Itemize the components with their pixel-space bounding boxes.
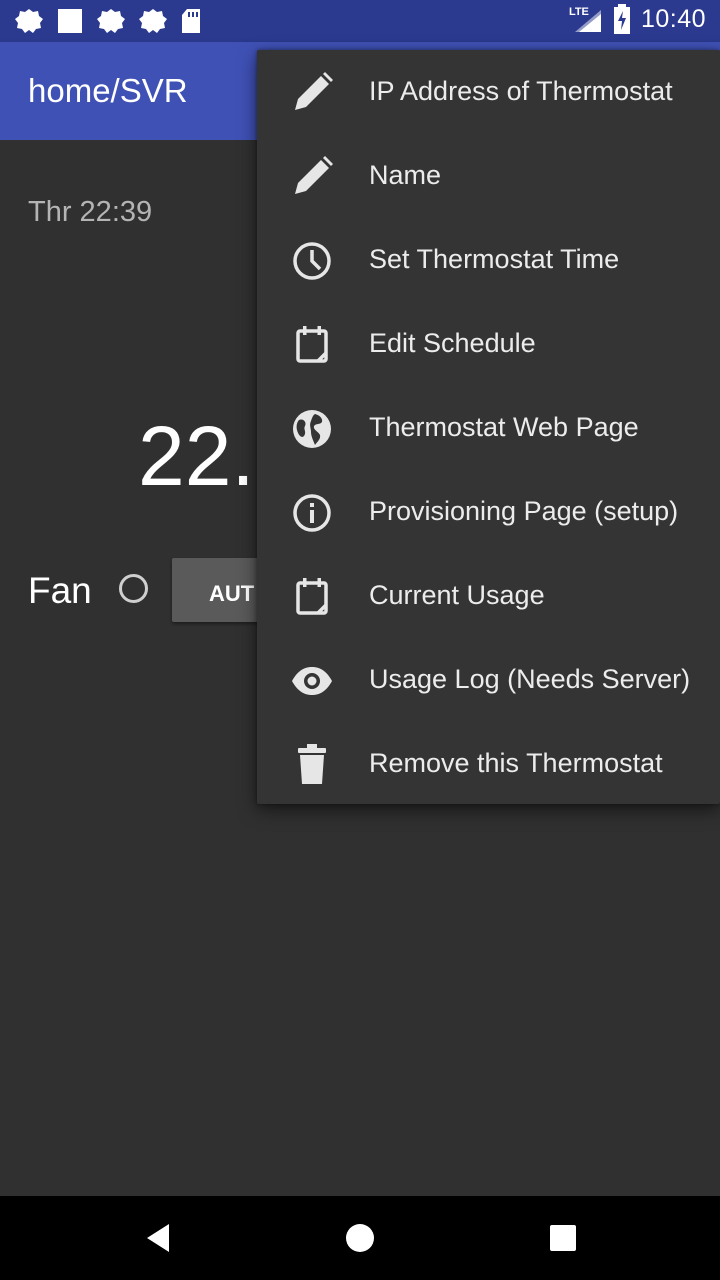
menu-item-provisioning[interactable]: Provisioning Page (setup) [257, 470, 720, 554]
signal-icon: LTE [569, 4, 603, 34]
calendar-icon [296, 578, 328, 615]
menu-item-remove[interactable]: Remove this Thermostat [257, 722, 720, 806]
cloud-icon [97, 9, 125, 33]
menu-item-label: Remove this Thermostat [369, 748, 663, 778]
menu-item-label: Name [369, 160, 442, 190]
fan-auto-button-label: AUT [209, 581, 255, 606]
info-icon [293, 494, 331, 532]
thermostat-day-time: Thr 22:39 [28, 196, 153, 228]
eye-icon [292, 667, 332, 695]
pencil-icon [295, 72, 333, 110]
overflow-menu: IP Address of Thermostat Name Set Thermo… [257, 50, 720, 804]
menu-item-current-usage[interactable]: Current Usage [257, 554, 720, 638]
menu-item-label: Current Usage [369, 580, 545, 610]
square-icon [58, 9, 82, 33]
menu-item-edit-schedule[interactable]: Edit Schedule [257, 302, 720, 386]
current-temperature: 22. [138, 409, 255, 503]
menu-item-set-time[interactable]: Set Thermostat Time [257, 218, 720, 302]
navigation-bar [0, 1196, 720, 1280]
battery-charging-icon [613, 4, 630, 34]
menu-item-label: Provisioning Page (setup) [369, 496, 679, 526]
recents-icon[interactable] [541, 1216, 585, 1260]
clock-icon [293, 242, 331, 280]
home-icon[interactable] [338, 1216, 382, 1260]
menu-item-name[interactable]: Name [257, 134, 720, 218]
fan-label: Fan [28, 570, 92, 611]
fan-radio-button[interactable] [119, 574, 148, 603]
notification-icons [14, 7, 202, 35]
menu-item-label: Thermostat Web Page [369, 412, 639, 442]
sd-card-icon [182, 9, 200, 33]
menu-item-label: Usage Log (Needs Server) [369, 664, 691, 694]
menu-item-web-page[interactable]: Thermostat Web Page [257, 386, 720, 470]
back-icon[interactable] [138, 1216, 182, 1260]
calendar-icon [296, 326, 328, 363]
globe-icon [293, 410, 331, 448]
page-title: home/SVR [28, 72, 188, 109]
menu-item-label: Set Thermostat Time [369, 244, 620, 274]
menu-item-usage-log[interactable]: Usage Log (Needs Server) [257, 638, 720, 722]
status-bar: LTE 10:40 [0, 0, 720, 42]
trash-icon [298, 744, 326, 784]
cloud-icon [139, 9, 167, 33]
menu-item-label: IP Address of Thermostat [369, 76, 673, 106]
menu-item-label: Edit Schedule [369, 328, 536, 358]
cloud-icon [15, 9, 43, 33]
pencil-icon [295, 156, 333, 194]
menu-item-ip-address[interactable]: IP Address of Thermostat [257, 50, 720, 134]
clock: 10:40 [640, 4, 706, 33]
